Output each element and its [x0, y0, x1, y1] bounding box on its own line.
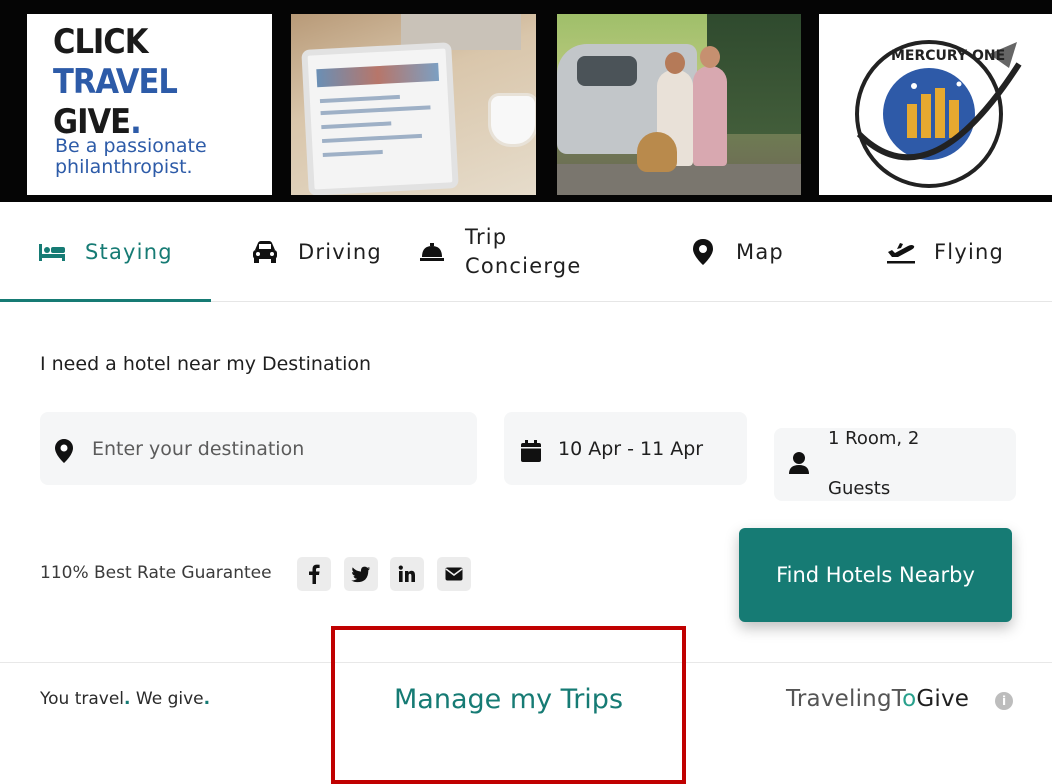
facebook-share-button[interactable] — [297, 557, 331, 591]
tab-label: Staying — [85, 239, 173, 264]
svg-text:MERCURY ONE: MERCURY ONE — [891, 48, 1005, 64]
twitter-icon — [351, 566, 371, 582]
find-hotels-button[interactable]: Find Hotels Nearby — [739, 528, 1012, 622]
tab-flying[interactable]: Flying — [886, 202, 1004, 302]
rooms-guests-value: 1 Room, 2 Guests — [828, 427, 920, 499]
bed-icon — [37, 237, 67, 267]
facebook-icon — [309, 564, 320, 584]
ad-subtitle: Be a passionate philanthropist. — [55, 135, 207, 178]
travelingtogive-logo[interactable]: TravelingToGive — [786, 686, 969, 712]
mail-icon — [445, 567, 463, 581]
manage-trips-link[interactable]: Manage my Trips — [331, 626, 686, 784]
calendar-icon — [520, 439, 542, 467]
concierge-bell-icon — [417, 237, 447, 267]
mercury-one-logo: MERCURY ONE — [819, 14, 1052, 195]
manage-trips-label: Manage my Trips — [393, 684, 624, 715]
family-road-trip-photo — [557, 14, 801, 195]
tab-trip-concierge[interactable]: Trip Concierge — [417, 202, 595, 302]
date-range-value: 10 Apr - 11 Apr — [558, 437, 704, 460]
date-range-field[interactable]: 10 Apr - 11 Apr — [504, 412, 747, 485]
destination-input[interactable] — [92, 437, 432, 460]
info-icon[interactable]: i — [995, 692, 1013, 710]
tab-label: Trip Concierge — [465, 225, 582, 278]
linkedin-share-button[interactable] — [390, 557, 424, 591]
search-heading: I need a hotel near my Destination — [40, 353, 372, 375]
tab-map[interactable]: Map — [688, 202, 784, 302]
mercury-one-seal: MERCURY ONE — [855, 40, 1022, 188]
rooms-guests-field[interactable]: 1 Room, 2 Guests — [774, 428, 1016, 501]
click-travel-give-ad[interactable]: CLICK TRAVEL GIVE. Be a passionate phila… — [27, 14, 272, 195]
active-tab-indicator — [0, 299, 211, 302]
tab-label: Flying — [934, 239, 1005, 264]
ad-banner[interactable]: CLICK TRAVEL GIVE. Be a passionate phila… — [0, 0, 1052, 202]
tab-staying[interactable]: Staying — [37, 202, 173, 302]
travel-mode-tabs: Staying Driving Trip Concierge Map Flyin… — [0, 202, 1052, 302]
map-pin-icon — [688, 237, 718, 267]
ad-headline: CLICK TRAVEL GIVE. — [53, 22, 178, 142]
twitter-share-button[interactable] — [344, 557, 378, 591]
destination-field[interactable] — [40, 412, 477, 485]
linkedin-icon — [398, 565, 415, 582]
person-icon — [788, 451, 810, 479]
rate-guarantee-text: 110% Best Rate Guarantee — [40, 563, 272, 583]
email-share-button[interactable] — [437, 557, 471, 591]
footer-slogan: You travel. We give. — [40, 689, 211, 709]
tab-label: Map — [736, 239, 784, 264]
tablet-booking-photo — [291, 14, 536, 195]
plane-icon — [886, 237, 916, 267]
location-pin-icon — [54, 438, 74, 468]
tab-driving[interactable]: Driving — [250, 202, 382, 302]
location-pin-icon: o — [902, 686, 917, 712]
tab-label: Driving — [298, 239, 382, 264]
car-icon — [250, 237, 280, 267]
